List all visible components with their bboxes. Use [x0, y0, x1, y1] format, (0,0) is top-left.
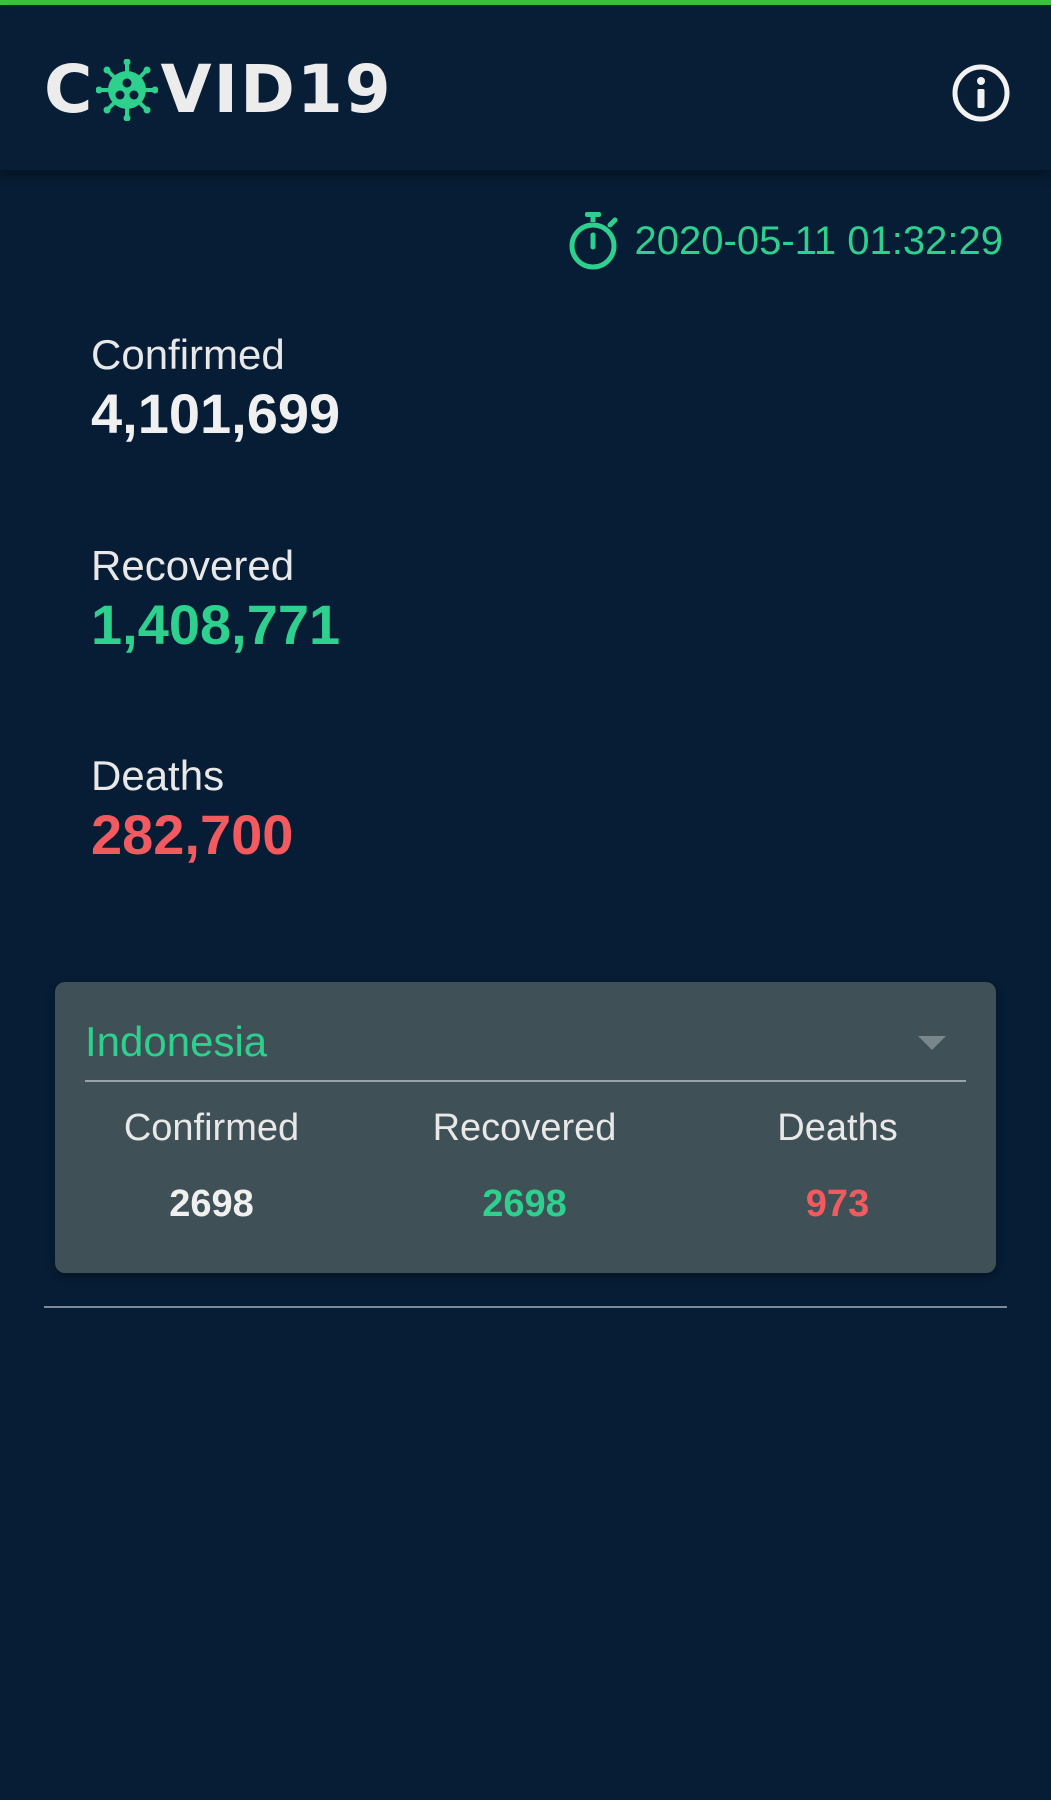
country-deaths-label: Deaths	[777, 1107, 898, 1149]
virus-icon	[96, 59, 159, 121]
global-recovered: Recovered 1,408,771	[91, 541, 340, 657]
deaths-label: Deaths	[91, 752, 225, 799]
country-deaths: Deaths 973	[681, 1106, 994, 1226]
global-confirmed: Confirmed 4,101,699	[91, 330, 340, 446]
info-icon[interactable]	[951, 63, 1011, 123]
stopwatch-icon	[569, 212, 618, 270]
app-header: C VID19	[0, 5, 1051, 170]
recovered-label: Recovered	[91, 542, 295, 589]
country-confirmed-label: Confirmed	[123, 1107, 300, 1149]
deaths-value: 282,700	[91, 803, 294, 866]
country-confirmed: Confirmed 2698	[55, 1106, 368, 1226]
last-updated: 2020-05-11 01:32:29	[565, 212, 1003, 270]
app-logo: C VID19	[44, 54, 393, 126]
country-stats: Confirmed 2698 Recovered 2698 Deaths 973	[55, 1106, 996, 1226]
logo-text-right: VID19	[160, 51, 393, 128]
country-selected-value: Indonesia	[85, 1018, 268, 1065]
confirmed-label: Confirmed	[91, 331, 285, 378]
recovered-value: 1,408,771	[91, 593, 341, 656]
country-dropdown[interactable]: Indonesia	[85, 1002, 966, 1082]
divider	[44, 1306, 1007, 1308]
country-recovered: Recovered 2698	[368, 1106, 681, 1226]
country-confirmed-value: 2698	[169, 1183, 254, 1225]
chevron-down-icon[interactable]	[918, 1036, 946, 1050]
country-card: Indonesia Confirmed 2698 Recovered 2698 …	[55, 982, 996, 1273]
global-deaths: Deaths 282,700	[91, 751, 293, 867]
country-deaths-value: 973	[805, 1183, 870, 1225]
logo-text-left: C	[44, 51, 95, 128]
country-recovered-label: Recovered	[432, 1107, 617, 1149]
timestamp-text: 2020-05-11 01:32:29	[634, 218, 1003, 263]
country-recovered-value: 2698	[482, 1183, 567, 1225]
confirmed-value: 4,101,699	[91, 382, 341, 445]
